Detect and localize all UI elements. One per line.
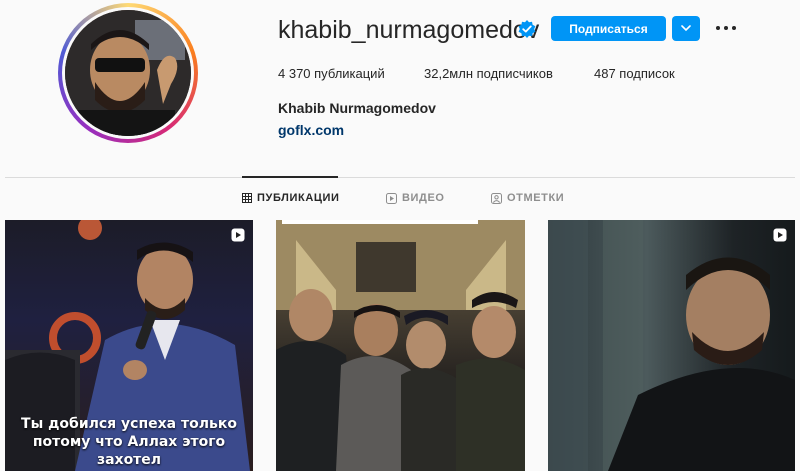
post-thumbnail[interactable]: Ты добился успеха только потому что Алла… [5,220,253,471]
tab-posts[interactable]: ПУБЛИКАЦИИ [242,192,340,204]
video-icon [386,192,397,204]
tab-tagged[interactable]: ОТМЕТКИ [491,192,564,204]
suggestions-dropdown-button[interactable] [672,16,700,41]
posts-count: 4 370 публикаций [278,66,385,81]
profile-username: khabib_nurmagomedov [278,16,540,44]
grid-icon [242,193,252,203]
following-count[interactable]: 487 подписок [594,66,675,81]
active-tab-indicator [242,176,338,178]
avatar-illustration [65,10,191,136]
post-thumbnail[interactable] [276,220,525,471]
caption-line: Ты добился успеха только [21,416,237,432]
chevron-down-icon [681,25,691,32]
post-caption: Ты добился успеха только потому что Алла… [5,415,253,469]
verified-badge-icon [518,20,536,38]
follow-button[interactable]: Подписаться [551,16,666,41]
tab-label: ПУБЛИКАЦИИ [257,192,340,204]
caption-line: потому что Аллах этого захотел [32,434,226,468]
post-image [276,220,525,471]
profile-full-name: Khabib Nurmagomedov [278,100,436,116]
tab-label: ОТМЕТКИ [507,192,565,204]
ellipsis-icon [716,26,736,30]
post-image [548,220,795,471]
tab-label: ВИДЕО [402,192,445,204]
profile-avatar-ring[interactable] [58,3,198,143]
avatar-frame [62,7,194,139]
tab-videos[interactable]: ВИДЕО [386,192,445,204]
more-options-button[interactable] [714,16,738,40]
tagged-icon [491,192,502,204]
tabs-divider [5,177,795,178]
post-thumbnail[interactable] [548,220,795,471]
avatar[interactable] [65,10,191,136]
reel-icon [773,228,787,242]
profile-link[interactable]: goflx.com [278,122,344,138]
followers-count[interactable]: 32,2млн подписчиков [424,66,553,81]
reel-icon [231,228,245,242]
